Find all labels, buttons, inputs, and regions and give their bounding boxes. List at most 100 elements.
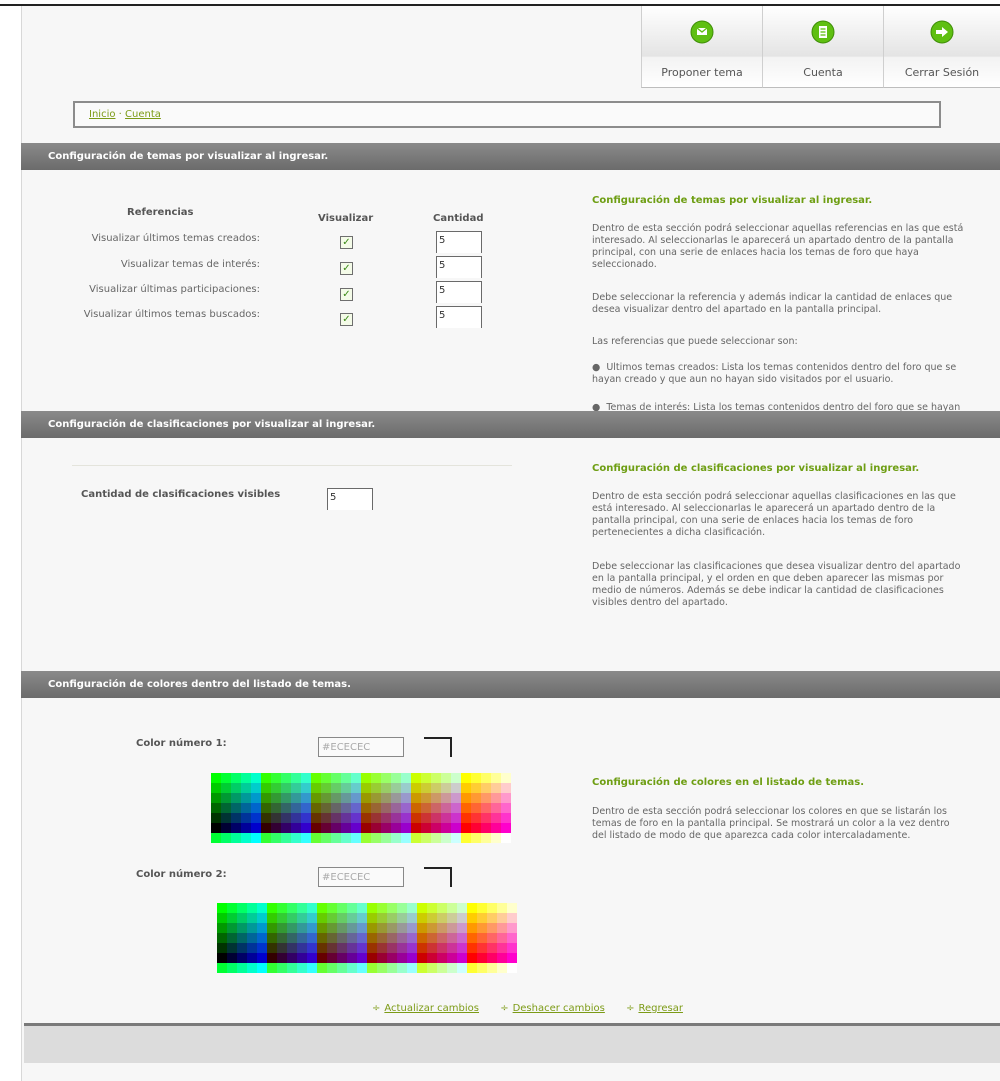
palette-color-cell[interactable] xyxy=(497,953,507,963)
palette-color-cell[interactable] xyxy=(361,803,371,813)
palette-color-cell[interactable] xyxy=(501,793,511,803)
palette-color-cell[interactable] xyxy=(427,963,437,973)
palette-color-cell[interactable] xyxy=(341,793,351,803)
palette-color-cell[interactable] xyxy=(257,913,267,923)
palette-color-cell[interactable] xyxy=(407,933,417,943)
palette-color-cell[interactable] xyxy=(227,913,237,923)
palette-color-cell[interactable] xyxy=(407,903,417,913)
palette-color-cell[interactable] xyxy=(287,963,297,973)
quantity-input-latest-participations[interactable]: 5 xyxy=(436,281,482,303)
palette-color-cell[interactable] xyxy=(481,823,491,833)
palette-color-cell[interactable] xyxy=(247,903,257,913)
palette-color-cell[interactable] xyxy=(227,963,237,973)
palette-color-cell[interactable] xyxy=(287,953,297,963)
palette-color-cell[interactable] xyxy=(361,773,371,783)
palette-color-cell[interactable] xyxy=(417,923,427,933)
palette-color-cell[interactable] xyxy=(281,783,291,793)
palette-color-cell[interactable] xyxy=(307,963,317,973)
palette-color-cell[interactable] xyxy=(387,943,397,953)
palette-color-cell[interactable] xyxy=(501,803,511,813)
palette-color-cell[interactable] xyxy=(437,943,447,953)
palette-color-cell[interactable] xyxy=(327,943,337,953)
palette-color-cell[interactable] xyxy=(347,903,357,913)
palette-color-cell[interactable] xyxy=(297,933,307,943)
palette-color-cell[interactable] xyxy=(507,963,517,973)
palette-color-cell[interactable] xyxy=(401,793,411,803)
palette-color-cell[interactable] xyxy=(337,923,347,933)
breadcrumb-account-link[interactable]: Cuenta xyxy=(125,109,161,120)
palette-color-cell[interactable] xyxy=(377,933,387,943)
palette-color-cell[interactable] xyxy=(501,823,511,833)
palette-color-cell[interactable] xyxy=(357,943,367,953)
palette-color-cell[interactable] xyxy=(457,943,467,953)
palette-color-cell[interactable] xyxy=(467,943,477,953)
palette-color-cell[interactable] xyxy=(371,783,381,793)
palette-color-cell[interactable] xyxy=(377,953,387,963)
palette-color-cell[interactable] xyxy=(451,823,461,833)
palette-color-cell[interactable] xyxy=(457,953,467,963)
palette-color-cell[interactable] xyxy=(317,903,327,913)
palette-color-cell[interactable] xyxy=(491,783,501,793)
palette-color-cell[interactable] xyxy=(301,783,311,793)
palette-color-cell[interactable] xyxy=(487,943,497,953)
palette-color-cell[interactable] xyxy=(461,803,471,813)
palette-color-cell[interactable] xyxy=(261,793,271,803)
palette-color-cell[interactable] xyxy=(221,793,231,803)
palette-color-cell[interactable] xyxy=(257,903,267,913)
palette-color-cell[interactable] xyxy=(261,803,271,813)
palette-color-cell[interactable] xyxy=(407,943,417,953)
palette-color-cell[interactable] xyxy=(261,773,271,783)
palette-color-cell[interactable] xyxy=(261,823,271,833)
palette-color-cell[interactable] xyxy=(491,813,501,823)
palette-color-cell[interactable] xyxy=(231,803,241,813)
palette-color-cell[interactable] xyxy=(437,963,447,973)
palette-color-cell[interactable] xyxy=(261,783,271,793)
palette-color-cell[interactable] xyxy=(377,913,387,923)
palette-color-cell[interactable] xyxy=(421,803,431,813)
palette-color-cell[interactable] xyxy=(311,793,321,803)
palette-color-cell[interactable] xyxy=(371,823,381,833)
palette-color-cell[interactable] xyxy=(281,803,291,813)
palette-color-cell[interactable] xyxy=(491,833,501,843)
palette-color-cell[interactable] xyxy=(241,833,251,843)
palette-color-cell[interactable] xyxy=(271,833,281,843)
palette-color-cell[interactable] xyxy=(431,823,441,833)
palette-color-cell[interactable] xyxy=(447,913,457,923)
palette-color-cell[interactable] xyxy=(327,953,337,963)
palette-color-cell[interactable] xyxy=(221,783,231,793)
palette-color-cell[interactable] xyxy=(251,773,261,783)
palette-color-cell[interactable] xyxy=(507,903,517,913)
palette-color-cell[interactable] xyxy=(231,813,241,823)
palette-color-cell[interactable] xyxy=(321,813,331,823)
palette-color-cell[interactable] xyxy=(451,833,461,843)
palette-color-cell[interactable] xyxy=(237,903,247,913)
palette-color-cell[interactable] xyxy=(237,933,247,943)
palette-color-cell[interactable] xyxy=(247,933,257,943)
palette-color-cell[interactable] xyxy=(497,943,507,953)
palette-color-cell[interactable] xyxy=(501,833,511,843)
palette-color-cell[interactable] xyxy=(441,773,451,783)
palette-color-cell[interactable] xyxy=(257,943,267,953)
palette-color-cell[interactable] xyxy=(457,903,467,913)
color-2-palette[interactable] xyxy=(217,903,517,973)
palette-color-cell[interactable] xyxy=(387,923,397,933)
palette-color-cell[interactable] xyxy=(431,773,441,783)
palette-color-cell[interactable] xyxy=(507,943,517,953)
palette-color-cell[interactable] xyxy=(247,953,257,963)
quantity-input-latest-created[interactable]: 5 xyxy=(436,231,482,253)
palette-color-cell[interactable] xyxy=(441,783,451,793)
palette-color-cell[interactable] xyxy=(281,773,291,783)
palette-color-cell[interactable] xyxy=(217,953,227,963)
palette-color-cell[interactable] xyxy=(507,933,517,943)
palette-color-cell[interactable] xyxy=(277,913,287,923)
palette-color-cell[interactable] xyxy=(467,913,477,923)
palette-color-cell[interactable] xyxy=(271,773,281,783)
palette-color-cell[interactable] xyxy=(397,903,407,913)
palette-color-cell[interactable] xyxy=(411,783,421,793)
palette-color-cell[interactable] xyxy=(341,833,351,843)
palette-color-cell[interactable] xyxy=(221,803,231,813)
palette-color-cell[interactable] xyxy=(287,923,297,933)
palette-color-cell[interactable] xyxy=(281,793,291,803)
palette-color-cell[interactable] xyxy=(351,793,361,803)
palette-color-cell[interactable] xyxy=(481,783,491,793)
